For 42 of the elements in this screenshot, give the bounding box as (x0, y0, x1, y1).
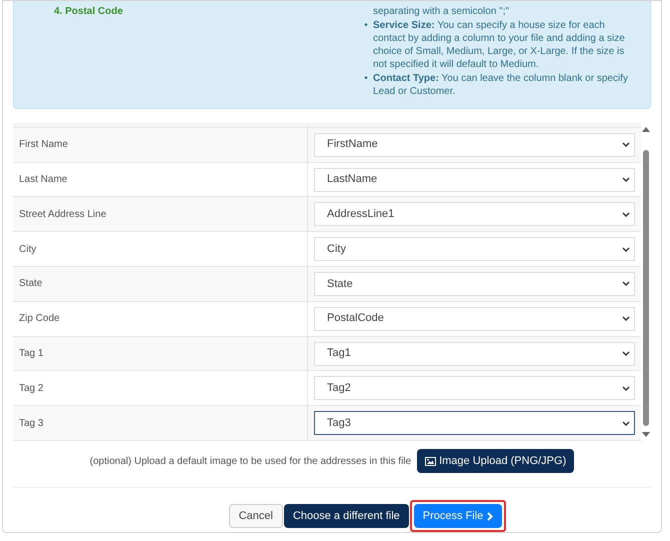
action-button[interactable]: Choose a different file (284, 504, 409, 528)
field-label: Street Address Line (19, 208, 106, 222)
image-upload-button[interactable]: Image Upload (PNG/JPG) (417, 449, 574, 473)
field-label: City (19, 242, 36, 257)
cancel-button[interactable]: Cancel (228, 504, 283, 528)
note-text: separating with a semicolon ";" (373, 5, 510, 18)
image-icon (425, 456, 436, 466)
action-button[interactable]: Process File (414, 504, 502, 528)
chevron-down-icon (622, 212, 630, 217)
column-dropdown[interactable]: AddressLine1 (314, 202, 635, 226)
note-text: Service Size: You can specify a house size for each contact by adding a column to your file and adding a size choice of Small, Medium, Large, or X-Large. If the size is not specified it will default to Medium. (373, 19, 626, 71)
column-dropdown[interactable]: State (314, 272, 635, 296)
scroll-up-icon[interactable] (642, 126, 650, 132)
step-text: 4. Postal Code (54, 5, 124, 19)
field-label: State (19, 277, 42, 292)
column-dropdown[interactable]: Tag3 (314, 411, 635, 436)
bullet-mark: • (363, 19, 369, 33)
field-label: Tag 3 (19, 416, 44, 431)
chevron-down-icon (622, 386, 630, 391)
chevron-down-icon (622, 246, 630, 252)
column-dropdown[interactable]: Tag2 (314, 376, 635, 400)
column-dropdown[interactable]: FirstName (314, 132, 635, 157)
chevron-down-icon (622, 142, 630, 148)
bullet-mark: • (363, 72, 369, 86)
field-label: Tag 2 (19, 382, 44, 396)
chevron-down-icon (622, 177, 630, 182)
upload-hint: (optional) Upload a default image to be used for the addresses in this file (90, 454, 412, 468)
column-dropdown[interactable]: Tag1 (314, 342, 635, 366)
field-label: Tag 1 (19, 347, 44, 361)
field-label: Last Name (19, 173, 68, 188)
column-dropdown[interactable]: PostalCode (314, 306, 635, 331)
column-dropdown[interactable]: City (314, 237, 635, 262)
note-text: Contact Type: You can leave the column blank or specify Lead or Customer. (373, 72, 629, 98)
chevron-right-icon (487, 512, 494, 520)
scroll-down-icon[interactable] (642, 432, 650, 438)
chevron-down-icon (622, 351, 630, 356)
field-label: Zip Code (19, 312, 60, 326)
chevron-down-icon (622, 420, 630, 426)
chevron-down-icon (622, 281, 630, 286)
field-label: First Name (19, 138, 68, 152)
column-dropdown[interactable]: LastName (314, 168, 635, 192)
chevron-down-icon (622, 316, 630, 322)
